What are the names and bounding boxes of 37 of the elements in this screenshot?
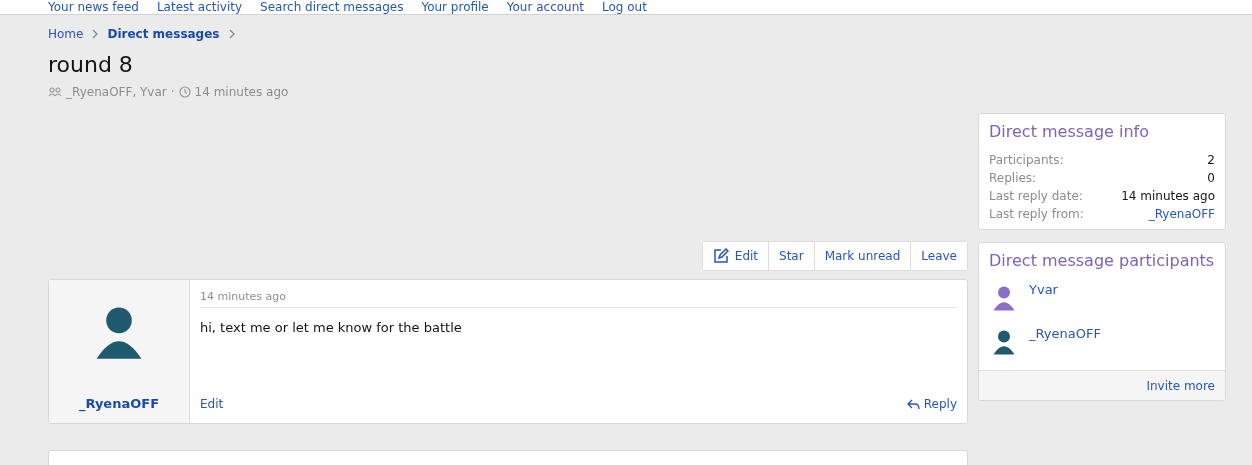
info-value: 0 <box>1207 170 1215 187</box>
info-value: 2 <box>1207 152 1215 169</box>
nav-link[interactable]: Latest activity <box>156 1 243 14</box>
info-label: Participants: <box>989 152 1064 169</box>
breadcrumb-link[interactable]: Direct messages <box>107 27 220 41</box>
nav-link[interactable]: Search direct messages <box>260 1 404 14</box>
info-label: Last reply from: <box>989 206 1084 223</box>
user-link[interactable]: _RyenaOFF <box>1148 205 1215 223</box>
participant-link[interactable]: _RyenaOFF <box>1029 326 1101 358</box>
nav-link[interactable]: Your profile <box>421 1 489 14</box>
page-title: round 8 <box>48 51 134 79</box>
card-title: Direct message info <box>988 121 1150 143</box>
participant-link[interactable]: Yvar <box>1029 282 1058 314</box>
people-icon <box>48 87 62 97</box>
participant-names: _RyenaOFF, Yvar <box>66 85 167 99</box>
invite-link[interactable]: Invite more <box>1146 379 1215 393</box>
message-time: 14 minutes ago <box>200 290 957 308</box>
timestamp: 14 minutes ago <box>194 85 289 99</box>
chevron-icon <box>227 29 236 39</box>
info-label: Last reply date: <box>989 188 1083 205</box>
action-button[interactable]: Edit <box>702 242 770 270</box>
clock-icon <box>178 86 191 98</box>
edit-link[interactable]: Edit <box>200 397 224 411</box>
author-link[interactable]: _RyenaOFF <box>78 396 160 411</box>
breadcrumb-link[interactable]: Home <box>48 27 84 41</box>
card-title: Direct message participants <box>988 250 1216 272</box>
reply-icon <box>906 398 920 410</box>
nav-link[interactable]: Log out <box>602 1 647 14</box>
edit-icon <box>712 248 729 264</box>
info-label: Replies: <box>989 170 1037 187</box>
nav-link[interactable]: Your account <box>506 1 584 14</box>
chevron-icon <box>91 29 100 39</box>
info-value: 14 minutes ago <box>1121 188 1215 205</box>
nav-link[interactable]: Your news feed <box>48 1 139 14</box>
separator: · <box>170 85 175 99</box>
message-text: hi, text me or let me know for the battle <box>200 320 463 337</box>
reply-link[interactable]: Reply <box>906 397 957 411</box>
